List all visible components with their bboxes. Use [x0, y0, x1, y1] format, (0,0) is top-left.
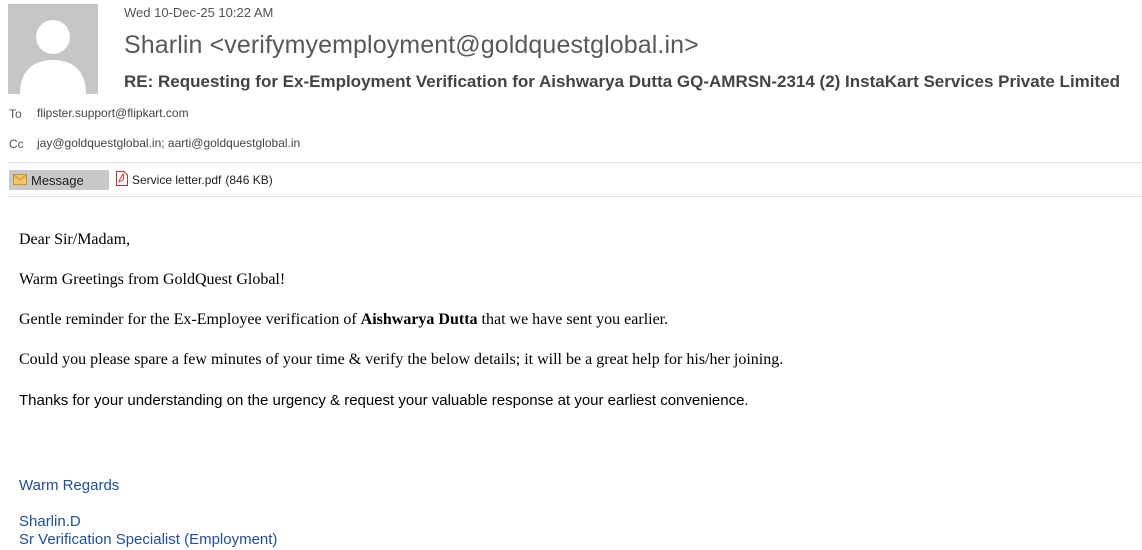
envelope-icon: [13, 173, 27, 188]
sender-avatar: [8, 4, 98, 94]
salutation: Dear Sir/Madam,: [19, 231, 131, 248]
reminder-line: Gentle reminder for the Ex-Employee veri…: [19, 311, 668, 329]
request-line: Could you please spare a few minutes of …: [19, 351, 784, 368]
to-label: To: [9, 107, 22, 121]
signature-name: Sharlin.D: [19, 513, 81, 530]
reminder-post: that we have sent you earlier.: [477, 311, 669, 328]
person-silhouette-icon: [8, 4, 98, 94]
signature-closing: Warm Regards: [19, 477, 120, 494]
to-recipients[interactable]: flipster.support@flipkart.com: [37, 106, 189, 120]
cc-recipients[interactable]: jay@goldquestglobal.in; aarti@goldquestg…: [37, 136, 300, 150]
candidate-name: Aishwarya Dutta: [360, 311, 478, 328]
reminder-pre: Gentle reminder for the Ex-Employee veri…: [19, 311, 361, 328]
tab-message[interactable]: Message: [9, 170, 109, 190]
email-subject: RE: Requesting for Ex-Employment Verific…: [124, 72, 1121, 91]
greeting: Warm Greetings from GoldQuest Global!: [19, 271, 286, 288]
cc-label: Cc: [9, 137, 24, 151]
attachment-name: Service letter.pdf: [132, 173, 222, 187]
tabs-divider: [8, 196, 1142, 197]
attachment-size: (846 KB): [225, 173, 273, 187]
signature-title: Sr Verification Specialist (Employment): [19, 531, 278, 548]
thanks-line: Thanks for your understanding on the urg…: [19, 392, 749, 409]
sender-name[interactable]: Sharlin <verifymyemployment@goldquestglo…: [124, 31, 699, 60]
pdf-file-icon: [116, 171, 128, 189]
sent-date: Wed 10-Dec-25 10:22 AM: [124, 5, 274, 20]
header-divider: [8, 162, 1142, 163]
attachment-service-letter[interactable]: Service letter.pdf (846 KB): [116, 170, 273, 190]
tab-message-label: Message: [31, 172, 84, 188]
